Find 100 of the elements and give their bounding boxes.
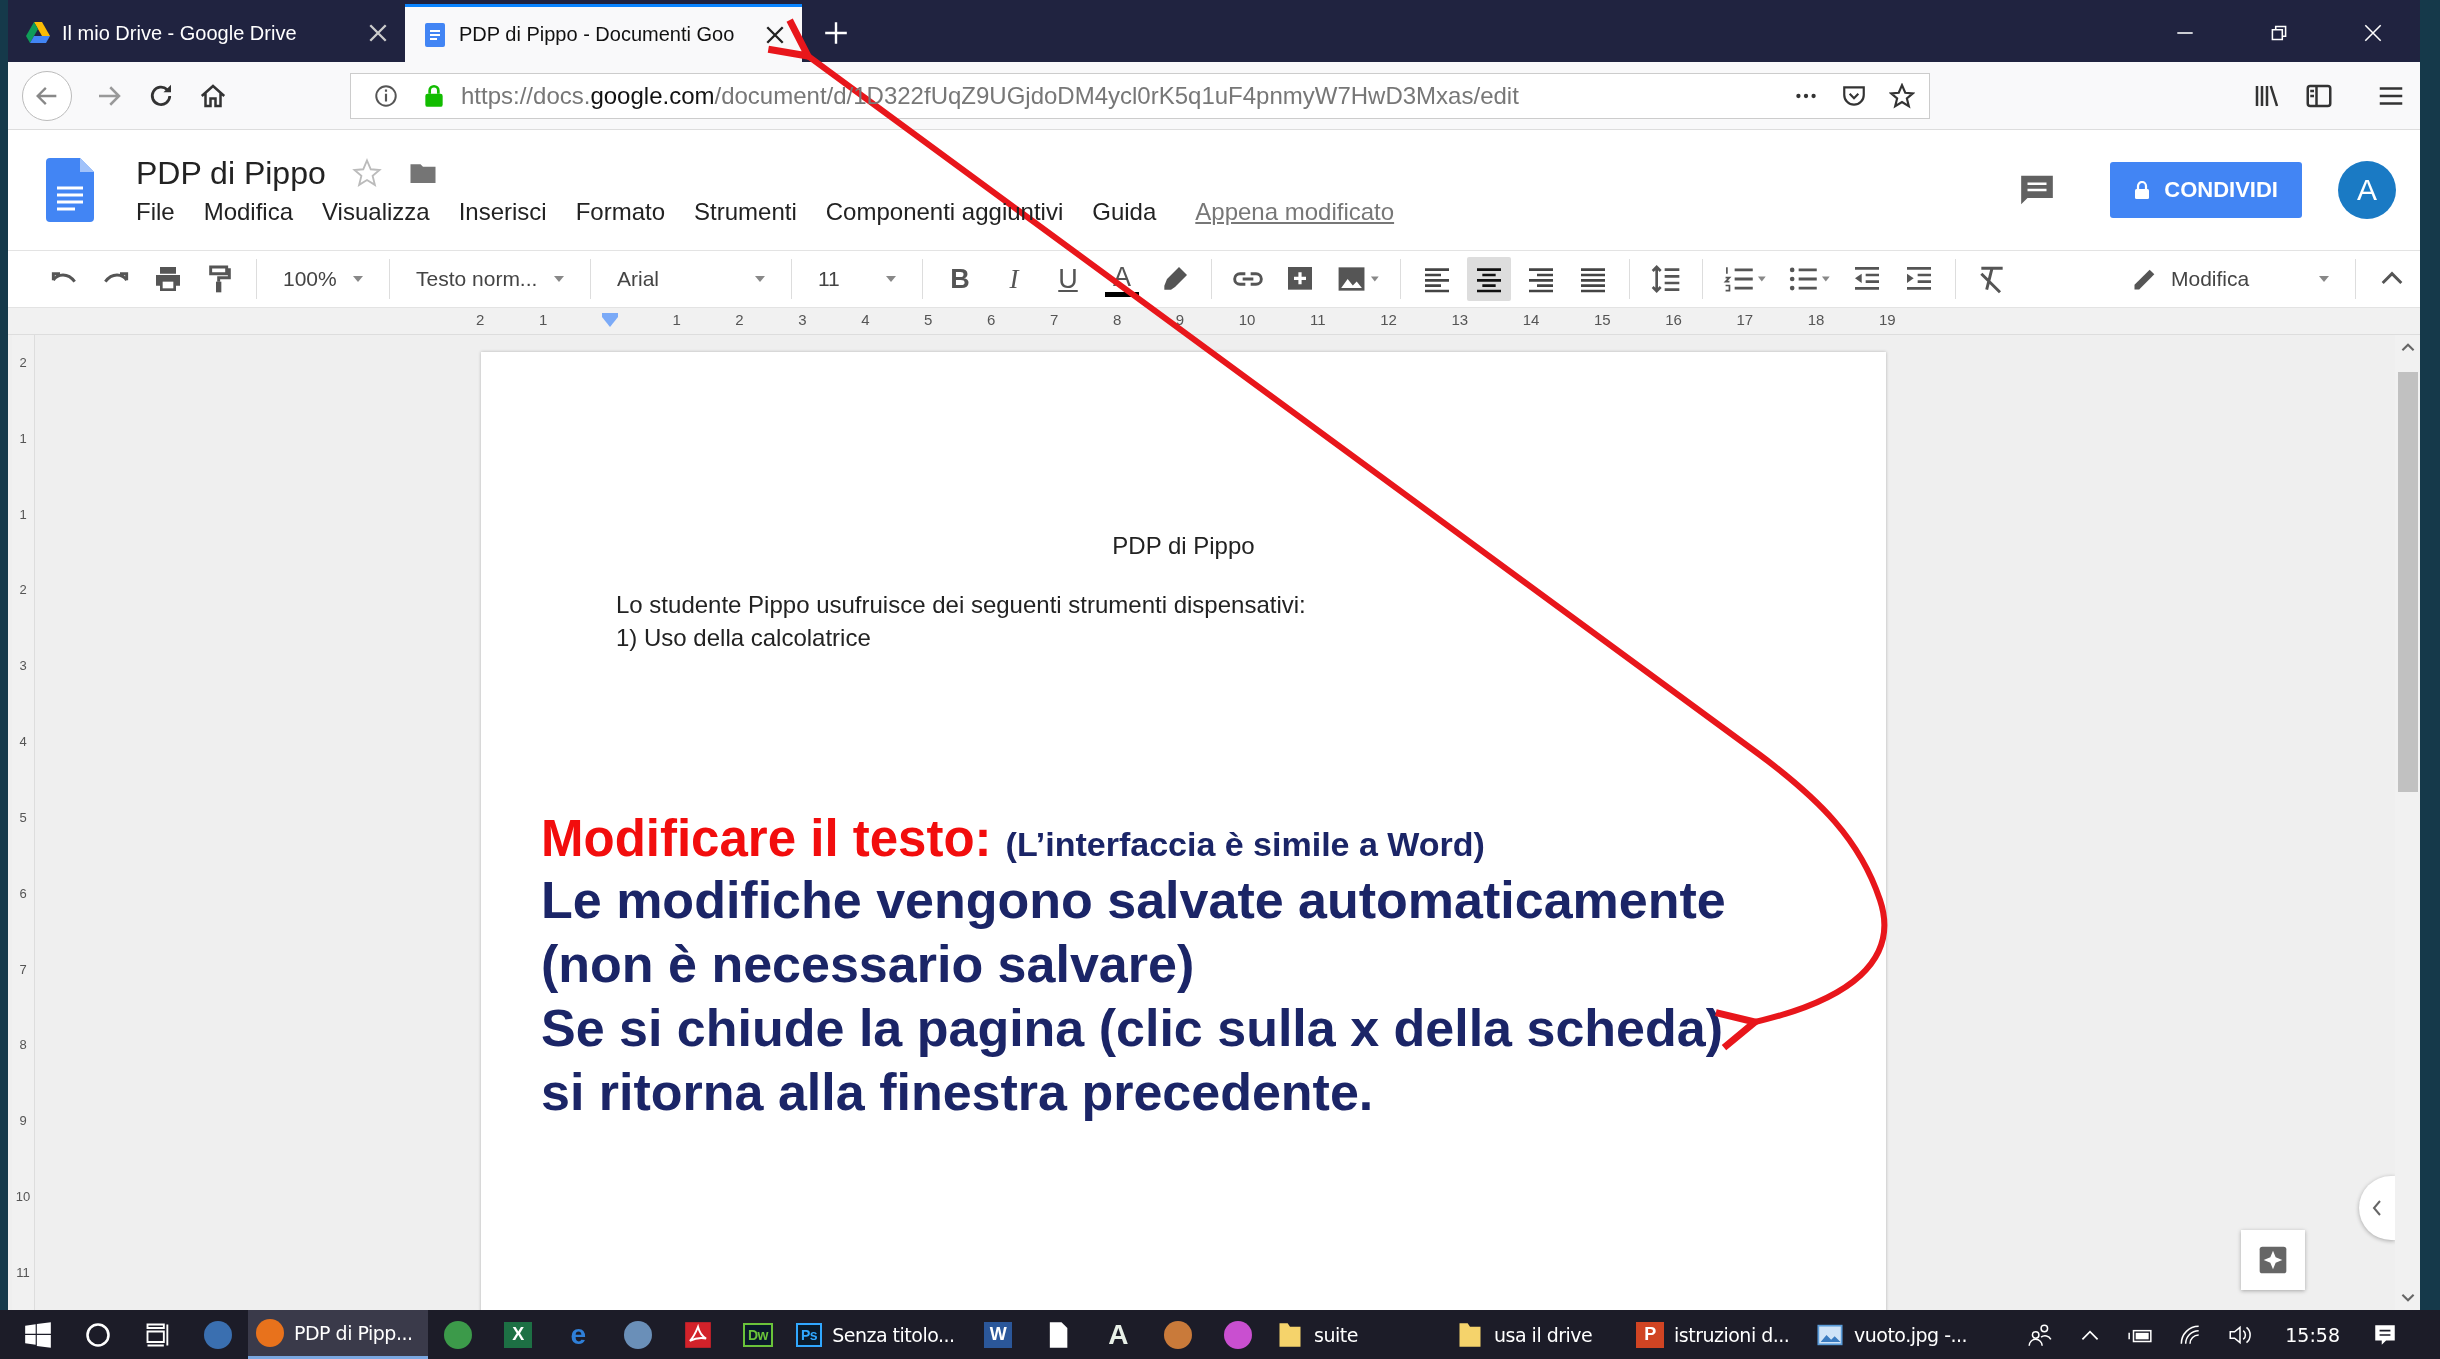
taskbar-button[interactable]: vuoto.jpg -... — [1808, 1310, 1988, 1359]
document-icon[interactable] — [46, 158, 94, 222]
caret-icon — [755, 276, 765, 282]
taskbar-button[interactable]: PDP di Pipp... — [248, 1310, 428, 1359]
ruler-number: 2 — [19, 582, 27, 598]
ruler-number: 2 — [735, 311, 744, 328]
browser-tab[interactable]: Il mio Drive - Google Drive — [8, 4, 405, 62]
menu-item[interactable]: Formato — [575, 197, 666, 226]
document-text-line: 1) Uso della calcolatrice — [616, 623, 872, 653]
ruler-number: 14 — [1522, 311, 1540, 328]
menu-item[interactable]: Guida — [1092, 197, 1157, 226]
ruler-number: 9 — [19, 1113, 27, 1129]
ruler-number: 9 — [1175, 311, 1185, 328]
format-button[interactable]: I — [997, 259, 1031, 299]
document-icon — [423, 22, 447, 47]
explore-button[interactable] — [2241, 1230, 2305, 1290]
taskbar-button[interactable]: e — [548, 1310, 608, 1359]
format-button[interactable]: B — [943, 259, 977, 299]
menu-item[interactable]: Modifica — [203, 197, 294, 226]
taskbar-button[interactable]: usa il drive — [1448, 1310, 1628, 1359]
ruler-number: 19 — [1879, 311, 1896, 328]
sparkle-icon — [2257, 1244, 2289, 1276]
ruler-number: 8 — [1112, 311, 1122, 328]
ruler-number: 1 — [19, 506, 27, 522]
taskbar-button[interactable]: W — [968, 1310, 1028, 1359]
ruler-number: 10 — [1238, 311, 1256, 328]
ruler-number: 17 — [1736, 311, 1754, 328]
chevron-left-icon — [2371, 1198, 2383, 1218]
close-icon[interactable] — [766, 25, 784, 44]
app-icon: P — [1636, 1321, 1664, 1348]
zoom-dropdown[interactable]: 100% — [277, 267, 369, 291]
search-icon — [84, 1320, 112, 1349]
close-icon[interactable] — [2362, 22, 2384, 44]
caret-icon — [2319, 276, 2329, 282]
star-icon[interactable] — [351, 158, 382, 188]
ruler-number: 4 — [19, 734, 27, 750]
last-edit-link[interactable]: Appena modificato — [1195, 197, 1395, 226]
clock[interactable]: 15:58 — [2285, 1323, 2340, 1346]
style-dropdown[interactable]: Testo norm... — [410, 267, 570, 291]
ruler-number: 3 — [798, 311, 807, 328]
bookmark-star-icon[interactable] — [1889, 82, 1915, 109]
taskbar-button[interactable]: suite — [1268, 1310, 1448, 1359]
line-spacing-icon[interactable] — [1650, 263, 1682, 295]
ruler-number: 7 — [1049, 311, 1059, 328]
ruler-number: 6 — [987, 311, 996, 328]
format-button[interactable]: U — [1051, 259, 1085, 299]
ruler-number: 5 — [924, 311, 933, 328]
font-size-dropdown[interactable]: 11 — [812, 267, 902, 291]
menu-item[interactable]: Strumenti — [694, 197, 797, 226]
ruler-number: 13 — [1451, 311, 1469, 328]
taskbar-button[interactable]: P istruzioni d... — [1628, 1310, 1808, 1359]
taskbar-button[interactable]: Dw — [728, 1310, 788, 1359]
app-icon: e — [570, 1319, 586, 1350]
mode-dropdown[interactable]: Modifica — [2125, 264, 2335, 294]
app-icon: W — [984, 1321, 1012, 1348]
app-icon: Ps — [796, 1322, 823, 1347]
taskbar-button[interactable]: A — [1088, 1310, 1148, 1359]
annotation-title: Modificare il testo: — [541, 809, 992, 868]
browser-tab[interactable]: PDP di Pippo - Documenti Goo — [405, 4, 802, 62]
info-icon[interactable] — [373, 82, 399, 109]
ruler-number: 16 — [1665, 311, 1682, 328]
caret-icon — [886, 276, 896, 282]
document-heading: PDP di Pippo — [1111, 532, 1256, 560]
menu-item[interactable]: File — [136, 197, 175, 226]
app-icon: Dw — [743, 1322, 773, 1347]
taskbar-button[interactable]: Ps Senza titolo... — [788, 1310, 968, 1359]
ruler-number: 8 — [19, 1037, 27, 1053]
ruler-number: 4 — [861, 311, 870, 328]
ruler-number: 11 — [1310, 311, 1326, 328]
ruler-number: 11 — [16, 1264, 30, 1280]
caret-icon — [554, 276, 564, 282]
annotation-text: Le modifiche vengono salvate automaticamente — [541, 870, 1727, 931]
ruler-number: 7 — [19, 961, 27, 977]
ruler-number: 5 — [19, 809, 27, 825]
side-panel-toggle[interactable] — [2359, 1176, 2395, 1240]
triangle-logo-icon — [26, 21, 50, 45]
menu-item[interactable]: Visualizza — [322, 197, 430, 226]
annotation-text: si ritorna alla finestra precedente. — [541, 1062, 1375, 1123]
plus-icon[interactable] — [824, 21, 848, 45]
start-icon — [24, 1320, 52, 1349]
share-button[interactable]: CONDIVIDI — [2110, 162, 2302, 218]
document-title[interactable]: PDP di Pippo — [136, 154, 326, 192]
ruler-number: 18 — [1807, 311, 1825, 328]
avatar[interactable]: A — [2338, 161, 2396, 219]
ruler-number: 10 — [15, 1189, 31, 1205]
annotation-subtitle: (L’interfaccia è simile a Word) — [1005, 825, 1485, 864]
back-button[interactable] — [22, 70, 72, 121]
scroll-up-icon[interactable] — [2400, 343, 2415, 352]
annotation-text: Se si chiude la pagina (clic sulla x della scheda) — [541, 998, 1724, 1059]
ruler-number: 3 — [19, 658, 27, 674]
font-dropdown[interactable]: Arial — [611, 267, 771, 291]
taskbar-button[interactable]: X — [488, 1310, 548, 1359]
align-icon[interactable] — [1467, 257, 1511, 301]
indent-marker-icon[interactable] — [601, 312, 618, 327]
caret-icon — [353, 276, 363, 282]
scroll-down-icon[interactable] — [2400, 1293, 2415, 1302]
menu-item[interactable]: Inserisci — [458, 197, 547, 226]
ruler-number: 2 — [476, 311, 485, 328]
annotation-text: (non è necessario salvare) — [541, 934, 1196, 995]
ruler-number: 12 — [1380, 311, 1397, 328]
